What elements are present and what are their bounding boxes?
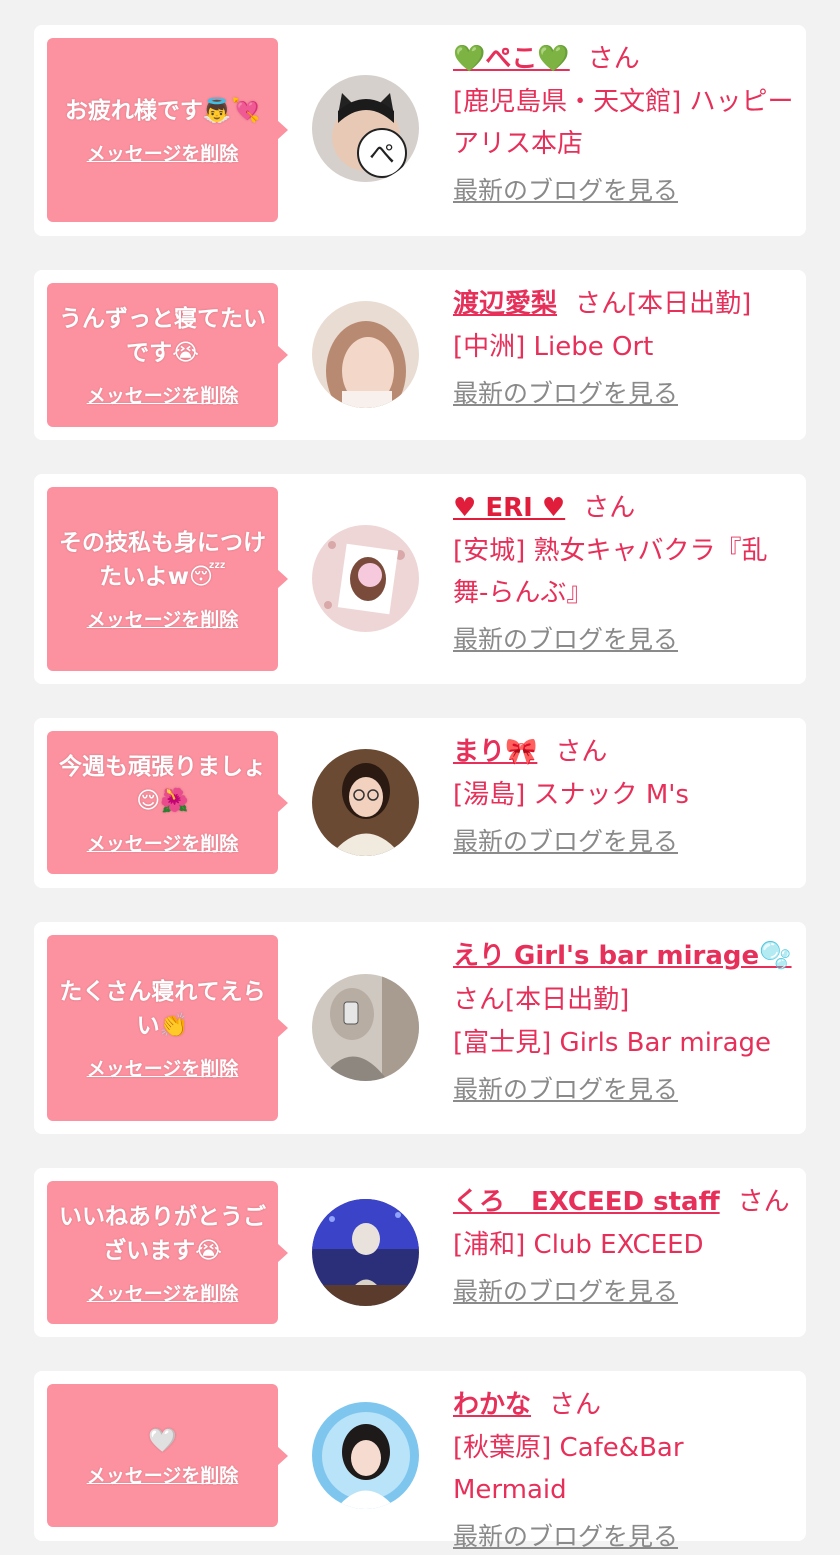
message-bubble: いいねありがとうございます😭 メッセージを削除 <box>47 1181 288 1324</box>
delete-message-button[interactable]: メッセージを削除 <box>87 1464 239 1488</box>
san-label: さん <box>583 493 636 523</box>
latest-blog-link[interactable]: 最新のブログを見る <box>453 1519 678 1555</box>
message-text: うんずっと寝てたいです😭 <box>59 306 266 366</box>
name-line: わかな さん <box>453 1383 798 1427</box>
cat-ear-avatar-icon: ぺ <box>312 75 419 182</box>
name-line: 渡辺愛梨 さん[本日出勤] <box>453 282 798 326</box>
san-label: さん <box>575 289 628 319</box>
shop-name: [富士見] Girls Bar mirage <box>453 1028 772 1058</box>
mirror-selfie-avatar-icon <box>312 974 419 1081</box>
delete-message-button[interactable]: メッセージを削除 <box>87 608 239 632</box>
girl-name-link[interactable]: まり🎀 <box>453 737 537 767</box>
latest-blog-link[interactable]: 最新のブログを見る <box>453 622 678 658</box>
woman-photo-avatar-icon <box>312 525 419 632</box>
woman-glasses-avatar-icon <box>312 749 419 856</box>
shop-name: [秋葉原] Cafe&Bar Mermaid <box>453 1433 684 1505</box>
shop-name: [中洲] Liebe Ort <box>453 332 654 362</box>
girl-info: くろ EXCEED staff さん [浦和] Club EXCEED 最新のブロ… <box>453 1180 798 1310</box>
latest-blog-link[interactable]: 最新のブログを見る <box>453 824 678 860</box>
delete-message-button[interactable]: メッセージを削除 <box>87 384 239 408</box>
latest-blog-link[interactable]: 最新のブログを見る <box>453 1072 678 1108</box>
san-label: さん <box>555 737 608 767</box>
aquarium-photo-avatar-icon <box>312 1199 419 1306</box>
delete-message-button[interactable]: メッセージを削除 <box>87 832 239 856</box>
san-label: さん <box>549 1390 602 1420</box>
message-text: いいねありがとうございます😭 <box>59 1203 266 1264</box>
avatar[interactable] <box>312 1199 419 1306</box>
avatar[interactable] <box>312 1402 419 1509</box>
name-suffix: [本日出勤] <box>627 289 752 319</box>
girl-info: ♥ ERI ♥ さん [安城] 熟女キャバクラ『乱舞-らんぶ』 最新のブログを見る <box>453 486 798 658</box>
latest-blog-link[interactable]: 最新のブログを見る <box>453 1274 678 1310</box>
avatar[interactable] <box>312 974 419 1081</box>
message-bubble: お疲れ様です👼💘 メッセージを削除 <box>47 38 288 222</box>
girl-info: 💚ぺこ💚 さん [鹿児島県・天文館] ハッピーアリス本店 最新のブログを見る <box>453 37 798 209</box>
shop-name: [鹿児島県・天文館] ハッピーアリス本店 <box>453 87 794 159</box>
girl-info: えり Girl's bar mirage🫧 さん[本日出勤] [富士見] Girl… <box>453 934 798 1108</box>
delete-message-button[interactable]: メッセージを削除 <box>87 142 239 166</box>
message-card: うんずっと寝てたいです😭 メッセージを削除 渡辺愛梨 さん[本日出勤] [中洲] … <box>34 270 806 440</box>
woman-photo-avatar-icon <box>312 301 419 408</box>
message-text: その技私も身につけたいよw😴 <box>59 530 266 590</box>
girl-info: まり🎀 さん [湯島] スナック M's 最新のブログを見る <box>453 730 798 860</box>
name-line: くろ EXCEED staff さん <box>453 1180 798 1224</box>
shop-name: [安城] 熟女キャバクラ『乱舞-らんぶ』 <box>453 536 768 608</box>
message-bubble: その技私も身につけたいよw😴 メッセージを削除 <box>47 487 288 671</box>
name-line: 💚ぺこ💚 さん <box>453 37 798 81</box>
san-label: さん <box>453 985 506 1015</box>
avatar[interactable] <box>312 301 419 408</box>
shop-name: [湯島] スナック M's <box>453 780 689 810</box>
girl-name-link[interactable]: わかな <box>453 1390 531 1420</box>
avatar[interactable]: ぺ <box>312 75 419 182</box>
san-label: さん <box>737 1187 790 1217</box>
message-text: 今週も頑張りましょ😌🌺 <box>59 753 266 814</box>
message-text: お疲れ様です👼💘 <box>64 98 261 124</box>
avatar[interactable] <box>312 749 419 856</box>
girl-name-link[interactable]: えり Girl's bar mirage🫧 <box>453 941 792 971</box>
message-bubble: 🤍 メッセージを削除 <box>47 1384 288 1527</box>
message-text: 🤍 <box>148 1427 177 1454</box>
message-card: お疲れ様です👼💘 メッセージを削除 ぺ 💚ぺこ💚 さん [鹿児島県・天文館] ハッ… <box>34 25 806 236</box>
avatar[interactable] <box>312 525 419 632</box>
girl-info: わかな さん [秋葉原] Cafe&Bar Mermaid 最新のブログを見る <box>453 1383 798 1555</box>
message-text: たくさん寝れてえらい👏 <box>59 979 266 1039</box>
girl-name-link[interactable]: 渡辺愛梨 <box>453 289 557 319</box>
san-label: さん <box>587 44 640 74</box>
shop-name: [浦和] Club EXCEED <box>453 1230 704 1260</box>
girl-info: 渡辺愛梨 さん[本日出勤] [中洲] Liebe Ort 最新のブログを見る <box>453 282 798 412</box>
message-card: その技私も身につけたいよw😴 メッセージを削除 ♥ ERI ♥ さん [安城] 熟… <box>34 474 806 684</box>
message-card: いいねありがとうございます😭 メッセージを削除 くろ EXCEED staff さ… <box>34 1168 806 1337</box>
message-card: たくさん寝れてえらい👏 メッセージを削除 えり Girl's bar mirag… <box>34 922 806 1134</box>
message-bubble: 今週も頑張りましょ😌🌺 メッセージを削除 <box>47 731 288 874</box>
girl-name-link[interactable]: くろ EXCEED staff <box>453 1187 720 1217</box>
latest-blog-link[interactable]: 最新のブログを見る <box>453 173 678 209</box>
message-card: 🤍 メッセージを削除 わかな さん [秋葉原] Cafe&Bar Mermaid … <box>34 1371 806 1551</box>
latest-blog-link[interactable]: 最新のブログを見る <box>453 376 678 412</box>
name-line: まり🎀 さん <box>453 730 798 774</box>
message-bubble: うんずっと寝てたいです😭 メッセージを削除 <box>47 283 288 427</box>
message-list: お疲れ様です👼💘 メッセージを削除 ぺ 💚ぺこ💚 さん [鹿児島県・天文館] ハッ… <box>0 0 840 1554</box>
message-bubble: たくさん寝れてえらい👏 メッセージを削除 <box>47 935 288 1121</box>
message-card: 今週も頑張りましょ😌🌺 メッセージを削除 まり🎀 さん [湯島] スナック M's… <box>34 718 806 888</box>
blue-background-avatar-icon <box>312 1402 419 1509</box>
name-line: えり Girl's bar mirage🫧 さん[本日出勤] <box>453 934 798 1022</box>
name-suffix: [本日出勤] <box>505 985 630 1015</box>
delete-message-button[interactable]: メッセージを削除 <box>87 1057 239 1081</box>
girl-name-link[interactable]: 💚ぺこ💚 <box>453 44 570 74</box>
delete-message-button[interactable]: メッセージを削除 <box>87 1282 239 1306</box>
svg-text:ぺ: ぺ <box>369 140 395 170</box>
girl-name-link[interactable]: ♥ ERI ♥ <box>453 493 565 523</box>
name-line: ♥ ERI ♥ さん <box>453 486 798 530</box>
